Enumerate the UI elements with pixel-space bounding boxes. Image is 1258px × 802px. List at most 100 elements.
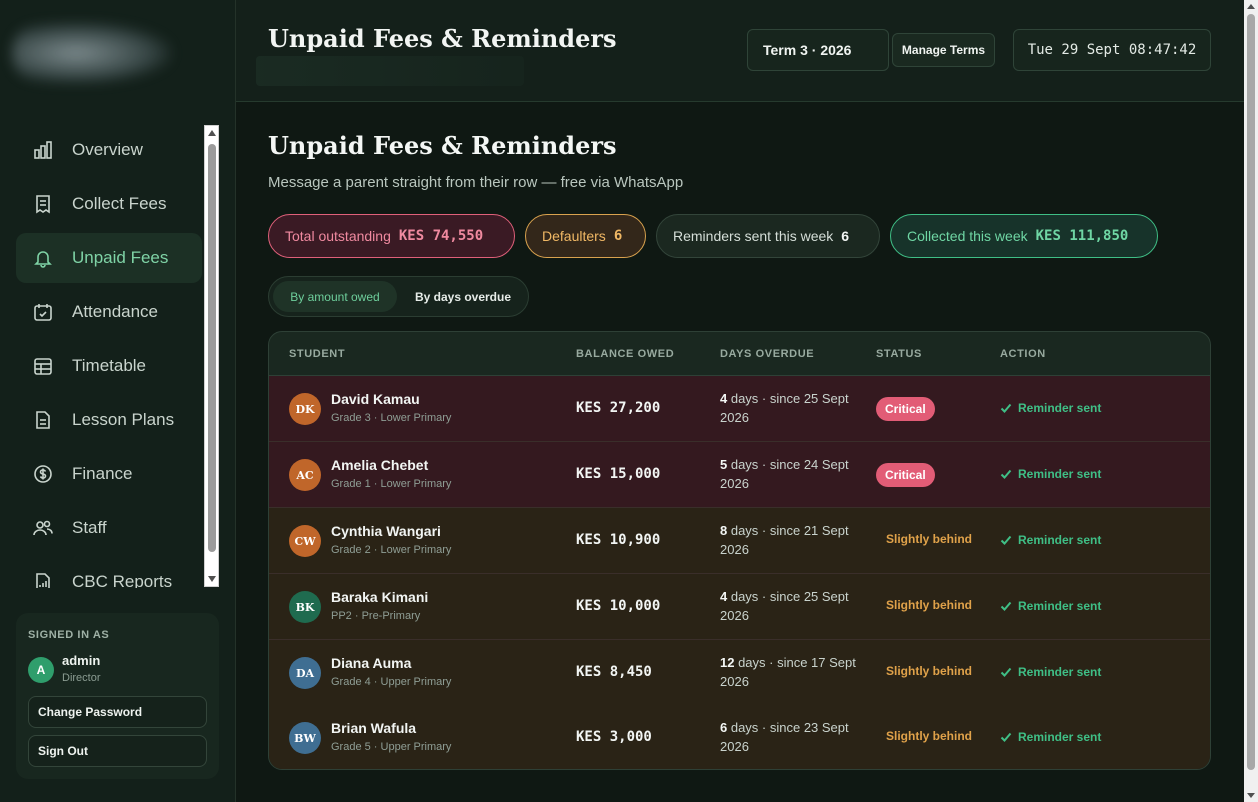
avatar: A (28, 657, 54, 683)
days-detail: days · since 23 Sept 2026 (720, 720, 849, 754)
days-overdue: 5 days · since 24 Sept 2026 (720, 455, 860, 493)
days-detail: days · since 21 Sept 2026 (720, 523, 849, 557)
page-title: Unpaid Fees & Reminders (268, 131, 617, 160)
sidebar-item-timetable[interactable]: Timetable (16, 341, 202, 391)
check-icon (1000, 535, 1012, 545)
page-scrollbar[interactable] (1244, 0, 1258, 802)
sidebar-scrollbar[interactable] (204, 125, 219, 587)
bell-icon (32, 247, 54, 269)
sidebar-item-staff[interactable]: Staff (16, 503, 202, 553)
sidebar-item-label: Attendance (72, 302, 159, 321)
reminder-sent-action[interactable]: Reminder sent (1000, 467, 1101, 481)
sidebar-item-label: Finance (72, 464, 133, 483)
action-label: Reminder sent (1018, 533, 1102, 547)
school-logo[interactable] (12, 22, 172, 84)
sidebar-item-cbc-reports[interactable]: CBC Reports (16, 557, 202, 588)
sidebar-item-label: Collect Fees (72, 194, 167, 213)
days-overdue: 4 days · since 25 Sept 2026 (720, 587, 860, 625)
column-header-student: STUDENT (289, 348, 346, 360)
defaulters-stat: Defaulters 6 (525, 214, 646, 258)
check-icon (1000, 469, 1012, 479)
title-underline (256, 56, 524, 86)
bar-chart-icon (32, 139, 54, 161)
check-icon (1000, 732, 1012, 742)
table-row[interactable]: BK Baraka Kimani PP2 · Pre-Primary KES 10,0… (269, 574, 1210, 640)
unpaid-fees-table: STUDENT BALANCE OWED DAYS OVERDUE STATUS… (268, 331, 1211, 770)
avatar: DA (289, 657, 321, 689)
days-detail: days · since 24 Sept 2026 (720, 457, 849, 491)
check-icon (1000, 601, 1012, 611)
student-name: David Kamau (331, 391, 420, 407)
change-password-button[interactable]: Change Password (28, 696, 207, 728)
term-selector[interactable]: Term 3 · 2026 (747, 29, 889, 71)
top-bar-title: Unpaid Fees & Reminders (268, 24, 617, 53)
sidebar-item-lesson-plans[interactable]: Lesson Plans (16, 395, 202, 445)
sort-by-amount-button[interactable]: By amount owed (273, 281, 397, 312)
stat-value: 6 (613, 228, 623, 244)
sort-toggle: By amount owed By days overdue (268, 276, 529, 317)
stat-label: Defaulters (542, 228, 606, 244)
student-grade: Grade 3 · Lower Primary (331, 412, 452, 424)
reminder-sent-action[interactable]: Reminder sent (1000, 401, 1101, 415)
table-row[interactable]: BW Brian Wafula Grade 5 · Upper Primary KES… (269, 705, 1210, 769)
sign-out-button[interactable]: Sign Out (28, 735, 207, 767)
scroll-down-arrow-icon[interactable] (208, 576, 216, 582)
avatar: CW (289, 525, 321, 557)
scroll-up-arrow-icon[interactable] (1247, 4, 1255, 9)
scrollbar-thumb[interactable] (208, 144, 216, 552)
scroll-up-arrow-icon[interactable] (208, 130, 216, 136)
student-grade: Grade 5 · Upper Primary (331, 741, 452, 753)
sidebar-item-unpaid-fees[interactable]: Unpaid Fees (16, 233, 202, 283)
avatar: BW (289, 722, 321, 754)
top-bar: Unpaid Fees & Reminders Term 3 · 2026 Ma… (236, 0, 1244, 102)
sidebar-item-label: Staff (72, 518, 107, 537)
student-grade: Grade 1 · Lower Primary (331, 478, 452, 490)
sidebar-item-finance[interactable]: Finance (16, 449, 202, 499)
sidebar-item-label: Overview (72, 140, 143, 159)
sidebar-nav: Overview Collect Fees Unpaid Fees Attend… (0, 124, 220, 588)
avatar: DK (289, 393, 321, 425)
table-row[interactable]: DK David Kamau Grade 3 · Lower Primary KES … (269, 376, 1210, 442)
manage-terms-button[interactable]: Manage Terms (892, 33, 995, 67)
reminder-sent-action[interactable]: Reminder sent (1000, 665, 1101, 679)
balance-owed: KES 3,000 (576, 729, 652, 745)
student-grade: Grade 2 · Lower Primary (331, 544, 452, 556)
check-icon (1000, 403, 1012, 413)
action-label: Reminder sent (1018, 401, 1102, 415)
balance-owed: KES 10,000 (576, 598, 661, 614)
signed-in-label: SIGNED IN AS (28, 629, 110, 641)
sidebar-item-label: Timetable (72, 356, 147, 375)
stat-label: Reminders sent this week (673, 228, 834, 244)
column-header-days: DAYS OVERDUE (720, 348, 815, 360)
scroll-down-arrow-icon[interactable] (1247, 793, 1255, 798)
clock-display: Tue 29 Sept 08:47:42 (1013, 29, 1211, 71)
student-name: Brian Wafula (331, 720, 417, 736)
sort-by-days-button[interactable]: By days overdue (401, 281, 525, 312)
stat-value: KES 111,850 (1035, 228, 1129, 244)
sidebar-item-label: CBC Reports (72, 572, 173, 588)
table-row[interactable]: AC Amelia Chebet Grade 1 · Lower Primary KE… (269, 442, 1210, 508)
reminders-sent-stat: Reminders sent this week 6 (656, 214, 880, 258)
column-header-action: ACTION (1000, 348, 1046, 360)
avatar: BK (289, 591, 321, 623)
receipt-icon (32, 193, 54, 215)
action-label: Reminder sent (1018, 467, 1102, 481)
sidebar-item-attendance[interactable]: Attendance (16, 287, 202, 337)
sidebar-item-overview[interactable]: Overview (16, 125, 202, 175)
days-count: 12 (720, 655, 735, 670)
reminder-sent-action[interactable]: Reminder sent (1000, 599, 1101, 613)
reminder-sent-action[interactable]: Reminder sent (1000, 730, 1101, 744)
sidebar-item-collect-fees[interactable]: Collect Fees (16, 179, 202, 229)
table-header: STUDENT BALANCE OWED DAYS OVERDUE STATUS… (269, 332, 1210, 376)
student-name: Baraka Kimani (331, 589, 429, 605)
days-overdue: 6 days · since 23 Sept 2026 (720, 718, 860, 756)
table-row[interactable]: CW Cynthia Wangari Grade 2 · Lower Primary… (269, 508, 1210, 574)
signed-in-card: SIGNED IN AS A admin Director Change Pas… (16, 613, 219, 779)
reminder-sent-action[interactable]: Reminder sent (1000, 533, 1101, 547)
status-badge: Slightly behind (886, 729, 972, 743)
sidebar-item-label: Lesson Plans (72, 410, 175, 429)
table-row[interactable]: DA Diana Auma Grade 4 · Upper Primary KES 8… (269, 640, 1210, 706)
status-badge: Slightly behind (886, 598, 972, 612)
days-overdue: 12 days · since 17 Sept 2026 (720, 653, 860, 691)
scrollbar-thumb[interactable] (1247, 14, 1255, 770)
